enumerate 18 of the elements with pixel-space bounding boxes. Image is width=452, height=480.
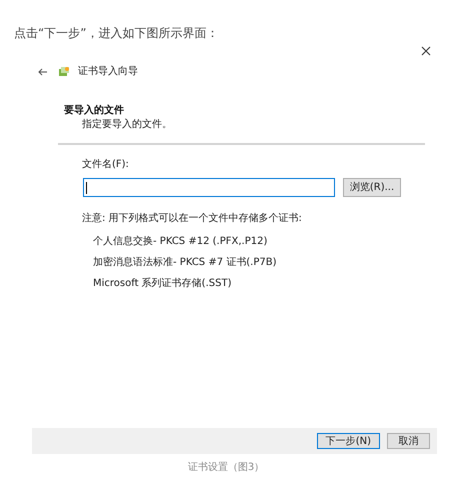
format-item: Microsoft 系列证书存储(.SST) — [93, 278, 232, 290]
section-heading: 要导入的文件 — [64, 105, 125, 117]
text-caret — [86, 182, 87, 194]
next-button[interactable]: 下一步(N) — [316, 433, 380, 449]
close-icon[interactable] — [421, 46, 431, 56]
section-description: 指定要导入的文件。 — [82, 119, 173, 131]
cancel-button[interactable]: 取消 — [387, 433, 430, 449]
browse-button[interactable]: 浏览(R)... — [343, 178, 401, 197]
note-text: 注意: 用下列格式可以在一个文件中存储多个证书: — [82, 213, 303, 225]
certificate-icon — [58, 66, 70, 78]
figure-caption: 证书设置（图3） — [186, 460, 266, 475]
format-item: 个人信息交换- PKCS #12 (.PFX,.P12) — [93, 236, 268, 248]
back-arrow-icon[interactable] — [38, 68, 48, 76]
file-name-field[interactable] — [83, 178, 335, 197]
format-item: 加密消息语法标准- PKCS #7 证书(.P7B) — [93, 257, 278, 269]
file-name-label: 文件名(F): — [82, 159, 130, 171]
wizard-title: 证书导入向导 — [78, 64, 138, 79]
intro-text: 点击“下一步”，进入如下图所示界面： — [14, 26, 220, 40]
